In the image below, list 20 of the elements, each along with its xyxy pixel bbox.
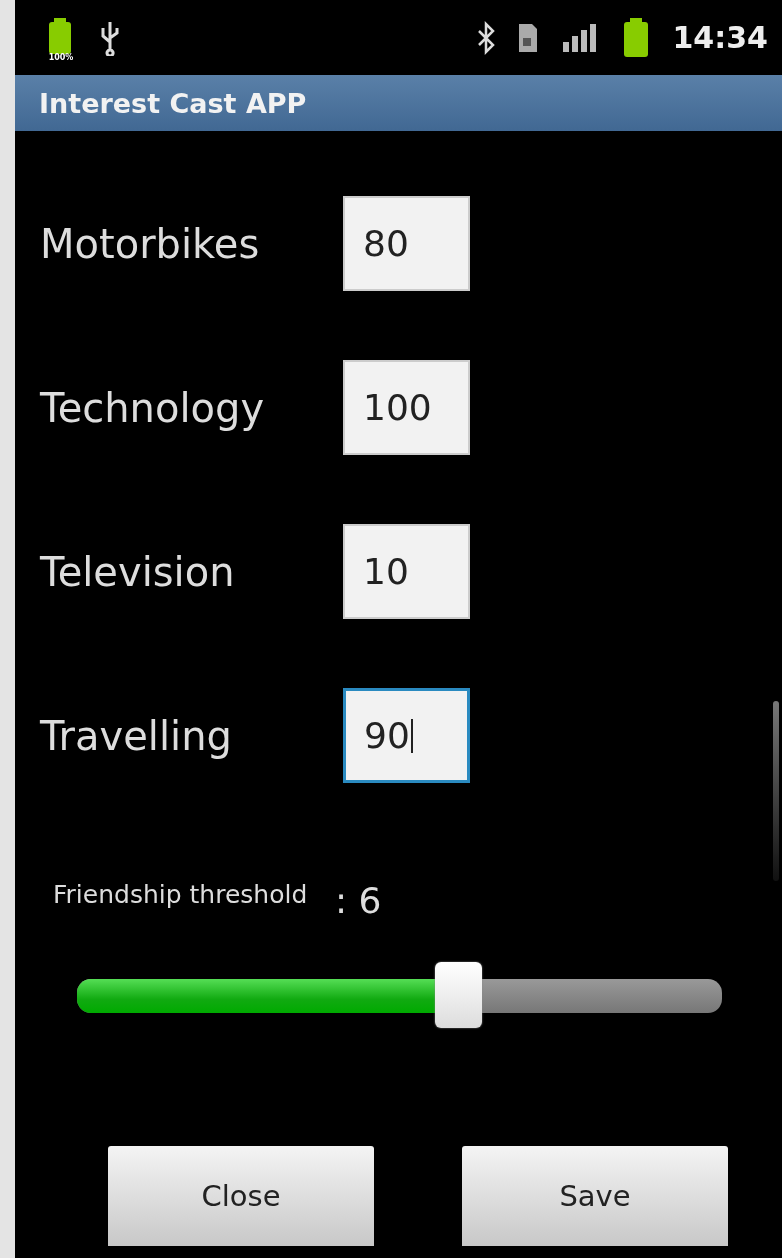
clock-time: 14:34 — [672, 20, 768, 55]
number-field[interactable]: 80 — [343, 196, 470, 291]
usb-icon — [99, 19, 121, 56]
battery-percent: 100% — [47, 52, 75, 62]
number-field[interactable]: 10 — [343, 524, 470, 619]
interest-label: Travelling — [40, 712, 233, 759]
threshold-value: : 6 — [335, 880, 382, 921]
interest-label: Technology — [40, 384, 266, 431]
bluetooth-icon — [476, 20, 495, 55]
number-field[interactable]: 100 — [343, 360, 470, 455]
slider-thumb[interactable] — [434, 962, 482, 1028]
action-button[interactable]: Close — [108, 1146, 374, 1246]
threshold-label: Friendship threshold — [53, 879, 309, 911]
action-button[interactable]: Save — [462, 1146, 728, 1246]
sim-card-icon — [516, 21, 539, 54]
interest-label: Motorbikes — [40, 220, 261, 267]
signal-icon — [560, 21, 599, 54]
number-field[interactable]: 90 — [343, 688, 470, 783]
app-title: Interest Cast APP — [39, 87, 307, 119]
interest-label: Television — [40, 548, 236, 595]
